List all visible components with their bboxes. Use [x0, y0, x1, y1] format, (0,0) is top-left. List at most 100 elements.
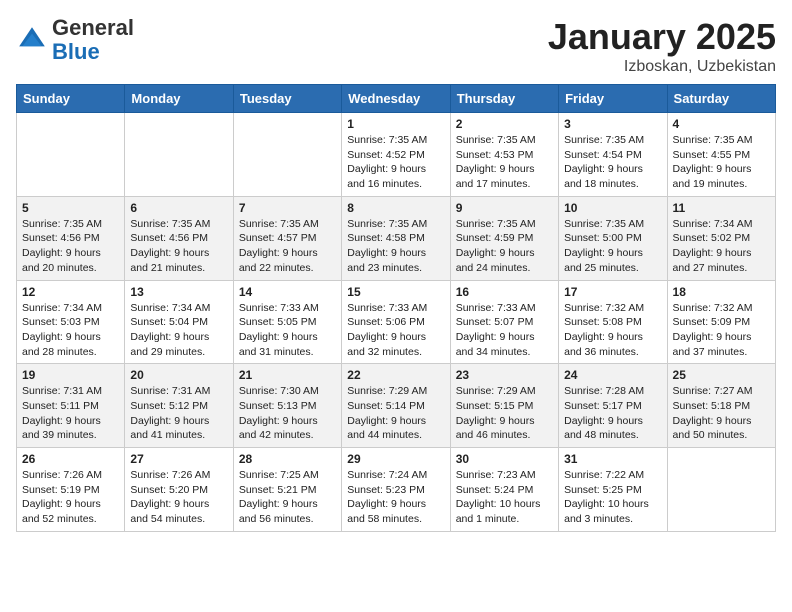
- calendar-day-12: 12Sunrise: 7:34 AM Sunset: 5:03 PM Dayli…: [17, 280, 125, 364]
- day-number: 8: [347, 201, 444, 215]
- day-info: Sunrise: 7:35 AM Sunset: 4:52 PM Dayligh…: [347, 133, 444, 192]
- day-number: 12: [22, 285, 119, 299]
- calendar-day-2: 2 Sunrise: 7:35 AM Sunset: 4:53 PM Daylig…: [450, 113, 558, 197]
- day-number: 6: [130, 201, 227, 215]
- day-info: Sunrise: 7:33 AM Sunset: 5:05 PM Dayligh…: [239, 301, 336, 360]
- day-number: 24: [564, 368, 661, 382]
- day-number: 20: [130, 368, 227, 382]
- calendar-day-30: 30Sunrise: 7:23 AM Sunset: 5:24 PM Dayli…: [450, 448, 558, 532]
- calendar-day-22: 22 Sunrise: 7:29 AM Sunset: 5:14 PM Dayli…: [342, 364, 450, 448]
- day-info: Sunrise: 7:35 AM Sunset: 4:58 PM Dayligh…: [347, 217, 444, 276]
- calendar-week-row: 12Sunrise: 7:34 AM Sunset: 5:03 PM Dayli…: [17, 280, 776, 364]
- calendar-day-23: 23Sunrise: 7:29 AM Sunset: 5:15 PM Dayli…: [450, 364, 558, 448]
- calendar-empty-cell: [667, 448, 775, 532]
- day-info: Sunrise: 7:30 AM Sunset: 5:13 PM Dayligh…: [239, 384, 336, 443]
- weekday-header-saturday: Saturday: [667, 85, 775, 113]
- day-number: 11: [673, 201, 770, 215]
- calendar-day-8: 8 Sunrise: 7:35 AM Sunset: 4:58 PM Daylig…: [342, 196, 450, 280]
- day-info: Sunrise: 7:26 AM Sunset: 5:20 PM Dayligh…: [130, 468, 227, 527]
- weekday-header-wednesday: Wednesday: [342, 85, 450, 113]
- weekday-header-monday: Monday: [125, 85, 233, 113]
- day-info: Sunrise: 7:35 AM Sunset: 4:55 PM Dayligh…: [673, 133, 770, 192]
- day-info: Sunrise: 7:25 AM Sunset: 5:21 PM Dayligh…: [239, 468, 336, 527]
- calendar-day-26: 26 Sunrise: 7:26 AM Sunset: 5:19 PM Dayli…: [17, 448, 125, 532]
- calendar-day-18: 18 Sunrise: 7:32 AM Sunset: 5:09 PM Dayli…: [667, 280, 775, 364]
- day-info: Sunrise: 7:29 AM Sunset: 5:14 PM Dayligh…: [347, 384, 444, 443]
- calendar-day-25: 25 Sunrise: 7:27 AM Sunset: 5:18 PM Dayli…: [667, 364, 775, 448]
- calendar-day-27: 27 Sunrise: 7:26 AM Sunset: 5:20 PM Dayli…: [125, 448, 233, 532]
- day-number: 17: [564, 285, 661, 299]
- calendar-day-20: 20Sunrise: 7:31 AM Sunset: 5:12 PM Dayli…: [125, 364, 233, 448]
- weekday-header-sunday: Sunday: [17, 85, 125, 113]
- calendar-day-10: 10 Sunrise: 7:35 AM Sunset: 5:00 PM Dayli…: [559, 196, 667, 280]
- calendar-day-15: 15 Sunrise: 7:33 AM Sunset: 5:06 PM Dayli…: [342, 280, 450, 364]
- weekday-header-thursday: Thursday: [450, 85, 558, 113]
- calendar-empty-cell: [17, 113, 125, 197]
- calendar-table: SundayMondayTuesdayWednesdayThursdayFrid…: [16, 84, 776, 532]
- day-number: 7: [239, 201, 336, 215]
- calendar-day-17: 17 Sunrise: 7:32 AM Sunset: 5:08 PM Dayli…: [559, 280, 667, 364]
- logo: General Blue: [16, 16, 134, 64]
- page-header: General Blue January 2025 Izboskan, Uzbe…: [16, 16, 776, 76]
- calendar-day-3: 3 Sunrise: 7:35 AM Sunset: 4:54 PM Daylig…: [559, 113, 667, 197]
- calendar-day-19: 19 Sunrise: 7:31 AM Sunset: 5:11 PM Dayli…: [17, 364, 125, 448]
- day-info: Sunrise: 7:32 AM Sunset: 5:08 PM Dayligh…: [564, 301, 661, 360]
- calendar-day-4: 4 Sunrise: 7:35 AM Sunset: 4:55 PM Daylig…: [667, 113, 775, 197]
- calendar-day-11: 11 Sunrise: 7:34 AM Sunset: 5:02 PM Dayli…: [667, 196, 775, 280]
- day-number: 5: [22, 201, 119, 215]
- logo-icon: [16, 24, 48, 56]
- calendar-day-16: 16 Sunrise: 7:33 AM Sunset: 5:07 PM Dayli…: [450, 280, 558, 364]
- location-title: Izboskan, Uzbekistan: [548, 58, 776, 76]
- calendar-empty-cell: [233, 113, 341, 197]
- calendar-week-row: 5 Sunrise: 7:35 AM Sunset: 4:56 PM Daylig…: [17, 196, 776, 280]
- day-info: Sunrise: 7:35 AM Sunset: 5:00 PM Dayligh…: [564, 217, 661, 276]
- day-number: 28: [239, 452, 336, 466]
- day-number: 30: [456, 452, 553, 466]
- day-number: 4: [673, 117, 770, 131]
- day-info: Sunrise: 7:33 AM Sunset: 5:07 PM Dayligh…: [456, 301, 553, 360]
- calendar-day-28: 28 Sunrise: 7:25 AM Sunset: 5:21 PM Dayli…: [233, 448, 341, 532]
- day-info: Sunrise: 7:35 AM Sunset: 4:53 PM Dayligh…: [456, 133, 553, 192]
- day-info: Sunrise: 7:32 AM Sunset: 5:09 PM Dayligh…: [673, 301, 770, 360]
- calendar-day-24: 24 Sunrise: 7:28 AM Sunset: 5:17 PM Dayli…: [559, 364, 667, 448]
- day-number: 2: [456, 117, 553, 131]
- day-number: 18: [673, 285, 770, 299]
- day-info: Sunrise: 7:28 AM Sunset: 5:17 PM Dayligh…: [564, 384, 661, 443]
- day-number: 15: [347, 285, 444, 299]
- calendar-day-5: 5 Sunrise: 7:35 AM Sunset: 4:56 PM Daylig…: [17, 196, 125, 280]
- weekday-header-friday: Friday: [559, 85, 667, 113]
- day-number: 3: [564, 117, 661, 131]
- day-number: 1: [347, 117, 444, 131]
- day-info: Sunrise: 7:35 AM Sunset: 4:56 PM Dayligh…: [130, 217, 227, 276]
- logo-blue-text: Blue: [52, 39, 100, 64]
- calendar-week-row: 19 Sunrise: 7:31 AM Sunset: 5:11 PM Dayli…: [17, 364, 776, 448]
- day-info: Sunrise: 7:33 AM Sunset: 5:06 PM Dayligh…: [347, 301, 444, 360]
- day-info: Sunrise: 7:34 AM Sunset: 5:02 PM Dayligh…: [673, 217, 770, 276]
- day-number: 10: [564, 201, 661, 215]
- calendar-empty-cell: [125, 113, 233, 197]
- day-info: Sunrise: 7:35 AM Sunset: 4:57 PM Dayligh…: [239, 217, 336, 276]
- day-number: 16: [456, 285, 553, 299]
- weekday-header-tuesday: Tuesday: [233, 85, 341, 113]
- day-number: 22: [347, 368, 444, 382]
- day-info: Sunrise: 7:26 AM Sunset: 5:19 PM Dayligh…: [22, 468, 119, 527]
- day-info: Sunrise: 7:31 AM Sunset: 5:11 PM Dayligh…: [22, 384, 119, 443]
- day-info: Sunrise: 7:27 AM Sunset: 5:18 PM Dayligh…: [673, 384, 770, 443]
- calendar-day-6: 6 Sunrise: 7:35 AM Sunset: 4:56 PM Daylig…: [125, 196, 233, 280]
- day-number: 23: [456, 368, 553, 382]
- calendar-day-9: 9Sunrise: 7:35 AM Sunset: 4:59 PM Daylig…: [450, 196, 558, 280]
- day-number: 27: [130, 452, 227, 466]
- day-number: 21: [239, 368, 336, 382]
- day-info: Sunrise: 7:35 AM Sunset: 4:54 PM Dayligh…: [564, 133, 661, 192]
- day-number: 26: [22, 452, 119, 466]
- month-title: January 2025: [548, 16, 776, 58]
- day-number: 31: [564, 452, 661, 466]
- day-number: 14: [239, 285, 336, 299]
- day-number: 9: [456, 201, 553, 215]
- day-number: 19: [22, 368, 119, 382]
- day-number: 13: [130, 285, 227, 299]
- day-number: 25: [673, 368, 770, 382]
- day-info: Sunrise: 7:22 AM Sunset: 5:25 PM Dayligh…: [564, 468, 661, 527]
- day-info: Sunrise: 7:35 AM Sunset: 4:56 PM Dayligh…: [22, 217, 119, 276]
- calendar-day-13: 13Sunrise: 7:34 AM Sunset: 5:04 PM Dayli…: [125, 280, 233, 364]
